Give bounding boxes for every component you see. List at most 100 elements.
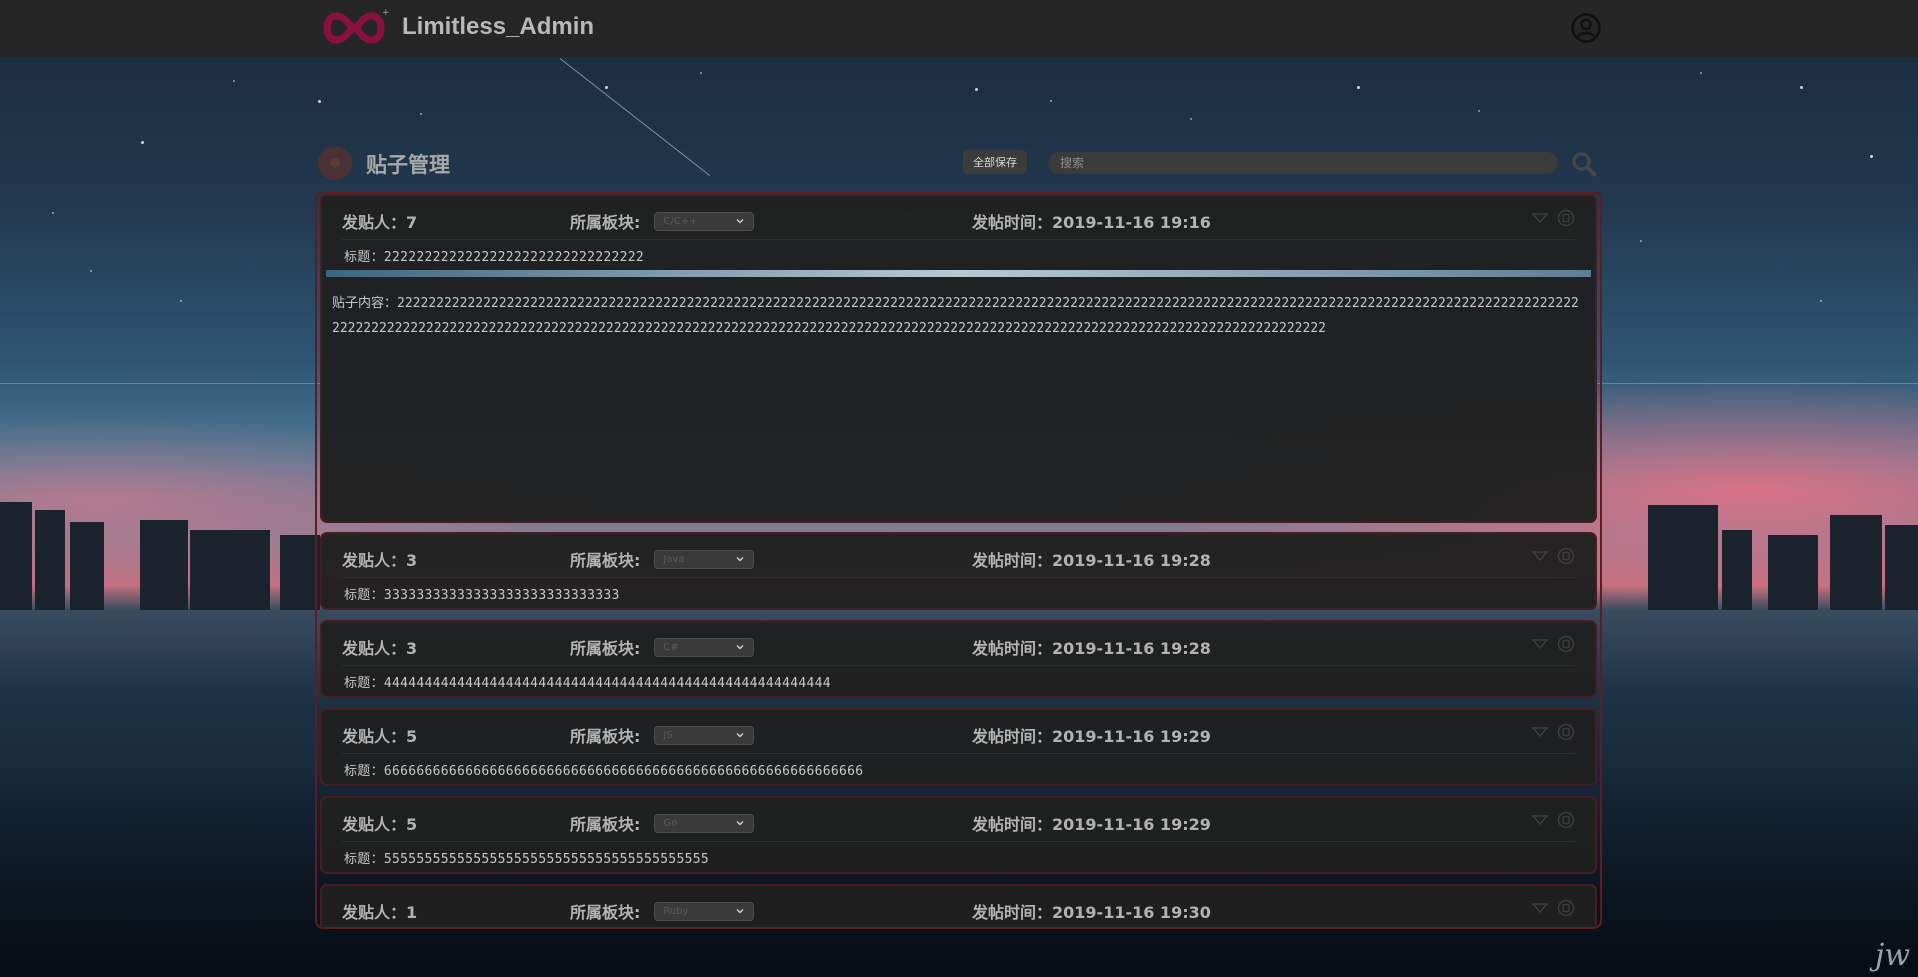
posts-section-icon	[318, 146, 352, 180]
post-title: 标题：4444444444444444444444444444444444444…	[322, 666, 1595, 696]
post-header: 发贴人：3 所属板块: Java 发帖时间：2019-11-16 19:28	[342, 534, 1575, 578]
author-value: 7	[406, 213, 418, 232]
board-label: 所属板块:	[570, 639, 641, 658]
time-value: 2019-11-16 19:29	[1052, 815, 1211, 834]
triangle-down-icon[interactable]	[1531, 899, 1549, 917]
time-value: 2019-11-16 19:28	[1052, 639, 1211, 658]
star	[233, 80, 235, 82]
author-value: 5	[406, 727, 418, 746]
search-input[interactable]	[1048, 152, 1558, 174]
top-navbar: ++ Limitless_Admin	[0, 0, 1918, 57]
title-value: 33333333333333333333333333333	[383, 588, 620, 603]
circle-delete-icon[interactable]	[1557, 899, 1575, 917]
star	[1820, 300, 1822, 302]
post-author: 发贴人：3	[342, 635, 417, 659]
post-actions	[1531, 209, 1575, 227]
star	[1640, 240, 1642, 242]
post-header: 发贴人：3 所属板块: C# 发帖时间：2019-11-16 19:28	[342, 622, 1575, 666]
time-label: 发帖时间：	[972, 727, 1053, 746]
author-label: 发贴人：	[342, 903, 407, 922]
post-board: 所属板块: Ruby	[570, 899, 755, 923]
content-label: 贴子内容：	[332, 296, 398, 311]
author-value: 3	[406, 551, 418, 570]
search-icon[interactable]	[1570, 150, 1598, 178]
artist-signature: jw	[1875, 938, 1910, 973]
brand[interactable]: ++ Limitless_Admin	[318, 6, 594, 48]
chevron-down-icon	[736, 644, 744, 650]
triangle-down-icon[interactable]	[1531, 811, 1549, 829]
building	[140, 520, 188, 610]
time-value: 2019-11-16 19:28	[1052, 551, 1211, 570]
post-card: 发贴人：3 所属板块: Java 发帖时间：2019-11-16 19:28 标…	[320, 532, 1597, 610]
time-label: 发帖时间：	[972, 213, 1053, 232]
building	[1722, 530, 1752, 610]
building	[190, 530, 270, 610]
star	[318, 100, 321, 103]
time-value: 2019-11-16 19:16	[1052, 213, 1211, 232]
building	[1885, 525, 1918, 610]
post-title: 标题：6666666666666666666666666666666666666…	[322, 754, 1595, 784]
board-select[interactable]: JS	[654, 725, 755, 745]
time-label: 发帖时间：	[972, 903, 1053, 922]
page-title: 贴子管理	[366, 153, 450, 177]
post-time: 发帖时间：2019-11-16 19:28	[972, 635, 1211, 659]
post-content[interactable]: 贴子内容：22222222222222222222222222222222222…	[322, 277, 1595, 521]
star	[90, 270, 92, 272]
post-author: 发贴人：5	[342, 723, 417, 747]
circle-delete-icon[interactable]	[1557, 547, 1575, 565]
content-divider	[326, 270, 1591, 277]
title-value: 4444444444444444444444444444444444444444…	[383, 676, 831, 691]
save-all-button[interactable]: 全部保存	[963, 150, 1027, 174]
title-label: 标题：	[344, 852, 384, 867]
circle-delete-icon[interactable]	[1557, 723, 1575, 741]
board-select[interactable]: C/C++	[654, 211, 755, 231]
post-title: 标题：5555555555555555555555555555555555555…	[322, 842, 1595, 872]
building	[70, 522, 104, 610]
post-author: 发贴人：3	[342, 547, 417, 571]
title-value: 22222222222222222222222222222222	[383, 250, 644, 265]
chevron-down-icon	[736, 218, 744, 224]
author-label: 发贴人：	[342, 551, 407, 570]
board-select-value: Go	[663, 817, 678, 829]
star	[1050, 100, 1052, 102]
post-board: 所属板块: C/C++	[570, 209, 755, 233]
board-select-value: Java	[663, 553, 685, 565]
board-select[interactable]: C#	[654, 637, 755, 657]
time-label: 发帖时间：	[972, 815, 1053, 834]
star	[52, 212, 54, 214]
post-time: 发帖时间：2019-11-16 19:29	[972, 723, 1211, 747]
post-title: 标题：22222222222222222222222222222222	[322, 240, 1595, 270]
title-label: 标题：	[344, 588, 384, 603]
author-label: 发贴人：	[342, 727, 407, 746]
post-board: 所属板块: JS	[570, 723, 755, 747]
post-board: 所属板块: Java	[570, 547, 755, 571]
title-value: 6666666666666666666666666666666666666666…	[383, 764, 864, 779]
board-select[interactable]: Ruby	[654, 901, 755, 921]
chevron-down-icon	[736, 820, 744, 826]
board-label: 所属板块:	[570, 815, 641, 834]
user-circle-icon[interactable]	[1570, 12, 1602, 44]
board-select[interactable]: Java	[654, 549, 755, 569]
post-header: 发贴人：1 所属板块: Ruby 发帖时间：2019-11-16 19:30	[342, 886, 1575, 927]
board-label: 所属板块:	[570, 727, 641, 746]
author-label: 发贴人：	[342, 815, 407, 834]
star	[1870, 155, 1873, 158]
star	[1800, 86, 1803, 89]
post-card: 发贴人：5 所属板块: JS 发帖时间：2019-11-16 19:29 标题：…	[320, 708, 1597, 786]
board-select-value: Ruby	[663, 905, 689, 917]
circle-delete-icon[interactable]	[1557, 811, 1575, 829]
triangle-down-icon[interactable]	[1531, 547, 1549, 565]
circle-delete-icon[interactable]	[1557, 209, 1575, 227]
post-header: 发贴人：7 所属板块: C/C++ 发帖时间：2019-11-16 19:16	[342, 196, 1575, 240]
app-title: Limitless_Admin	[402, 13, 595, 40]
building	[280, 535, 320, 610]
svg-text:++: ++	[382, 8, 390, 18]
circle-delete-icon[interactable]	[1557, 635, 1575, 653]
board-select[interactable]: Go	[654, 813, 755, 833]
triangle-down-icon[interactable]	[1531, 723, 1549, 741]
triangle-down-icon[interactable]	[1531, 635, 1549, 653]
star	[1478, 110, 1480, 112]
time-label: 发帖时间：	[972, 551, 1053, 570]
star	[975, 88, 978, 91]
triangle-down-icon[interactable]	[1531, 209, 1549, 227]
